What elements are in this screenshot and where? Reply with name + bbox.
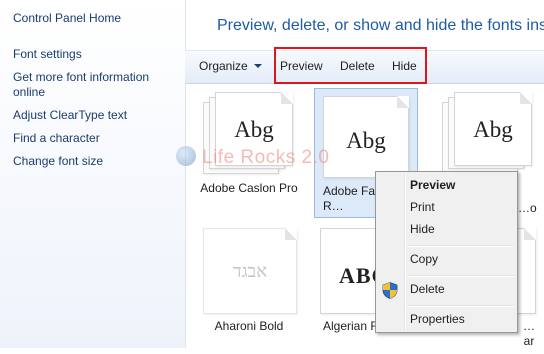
font-name: …ar bbox=[523, 319, 535, 348]
find-character-link[interactable]: Find a character bbox=[13, 131, 181, 146]
font-settings-link[interactable]: Font settings bbox=[13, 47, 181, 62]
menu-item-print[interactable]: Print bbox=[410, 200, 435, 214]
get-more-font-info-link[interactable]: Get more font information online bbox=[13, 70, 181, 100]
font-sample: Abg bbox=[346, 128, 386, 153]
sidebar: Control Panel Home Font settings Get mor… bbox=[0, 0, 186, 348]
menu-item-delete[interactable]: Delete bbox=[410, 282, 445, 296]
page-title: Preview, delete, or show and hide the fo… bbox=[217, 17, 544, 34]
control-panel-home-link[interactable]: Control Panel Home bbox=[13, 11, 121, 25]
menu-separator bbox=[407, 245, 514, 247]
change-font-size-link[interactable]: Change font size bbox=[13, 154, 181, 169]
adjust-cleartype-link[interactable]: Adjust ClearType text bbox=[13, 108, 181, 123]
organize-label: Organize bbox=[199, 59, 248, 73]
page-fold-icon bbox=[281, 92, 293, 104]
font-preview-page: Abg bbox=[323, 96, 409, 178]
menu-item-copy[interactable]: Copy bbox=[410, 252, 438, 266]
menu-item-hide[interactable]: Hide bbox=[410, 222, 435, 236]
menu-separator bbox=[407, 275, 514, 277]
chevron-down-icon bbox=[253, 64, 262, 68]
menu-item-preview[interactable]: Preview bbox=[410, 178, 455, 192]
page-fold-icon bbox=[397, 96, 409, 108]
font-preview-page: Abg bbox=[454, 92, 532, 166]
context-menu: Preview Print Hide Copy Delete Propertie… bbox=[375, 171, 518, 333]
highlight-annotation-box bbox=[274, 47, 427, 84]
font-tile-aharoni-bold[interactable]: אבגד Aharoni Bold bbox=[197, 224, 301, 354]
page-fold-icon bbox=[524, 228, 536, 240]
sidebar-links: Font settings Get more font information … bbox=[13, 47, 181, 177]
menu-gutter-divider bbox=[404, 174, 406, 330]
font-name: Adobe Caslon Pro bbox=[200, 181, 298, 195]
globe-icon bbox=[176, 146, 196, 166]
font-name: Aharoni Bold bbox=[214, 319, 284, 333]
menu-item-properties[interactable]: Properties bbox=[410, 312, 465, 326]
organize-button[interactable]: Organize bbox=[199, 59, 262, 73]
page-fold-icon bbox=[285, 228, 297, 240]
font-sample: Abg bbox=[473, 117, 513, 142]
uac-shield-icon bbox=[382, 282, 398, 299]
menu-separator bbox=[407, 305, 514, 307]
font-name: …o bbox=[518, 201, 537, 215]
font-sample: Abg bbox=[234, 117, 274, 142]
page-fold-icon bbox=[520, 92, 532, 104]
watermark: Life Rocks 2.0 bbox=[176, 146, 329, 169]
font-preview-page: אבגד bbox=[203, 228, 297, 314]
watermark-text: Life Rocks 2.0 bbox=[202, 147, 330, 168]
font-sample: אבגד bbox=[232, 261, 268, 281]
